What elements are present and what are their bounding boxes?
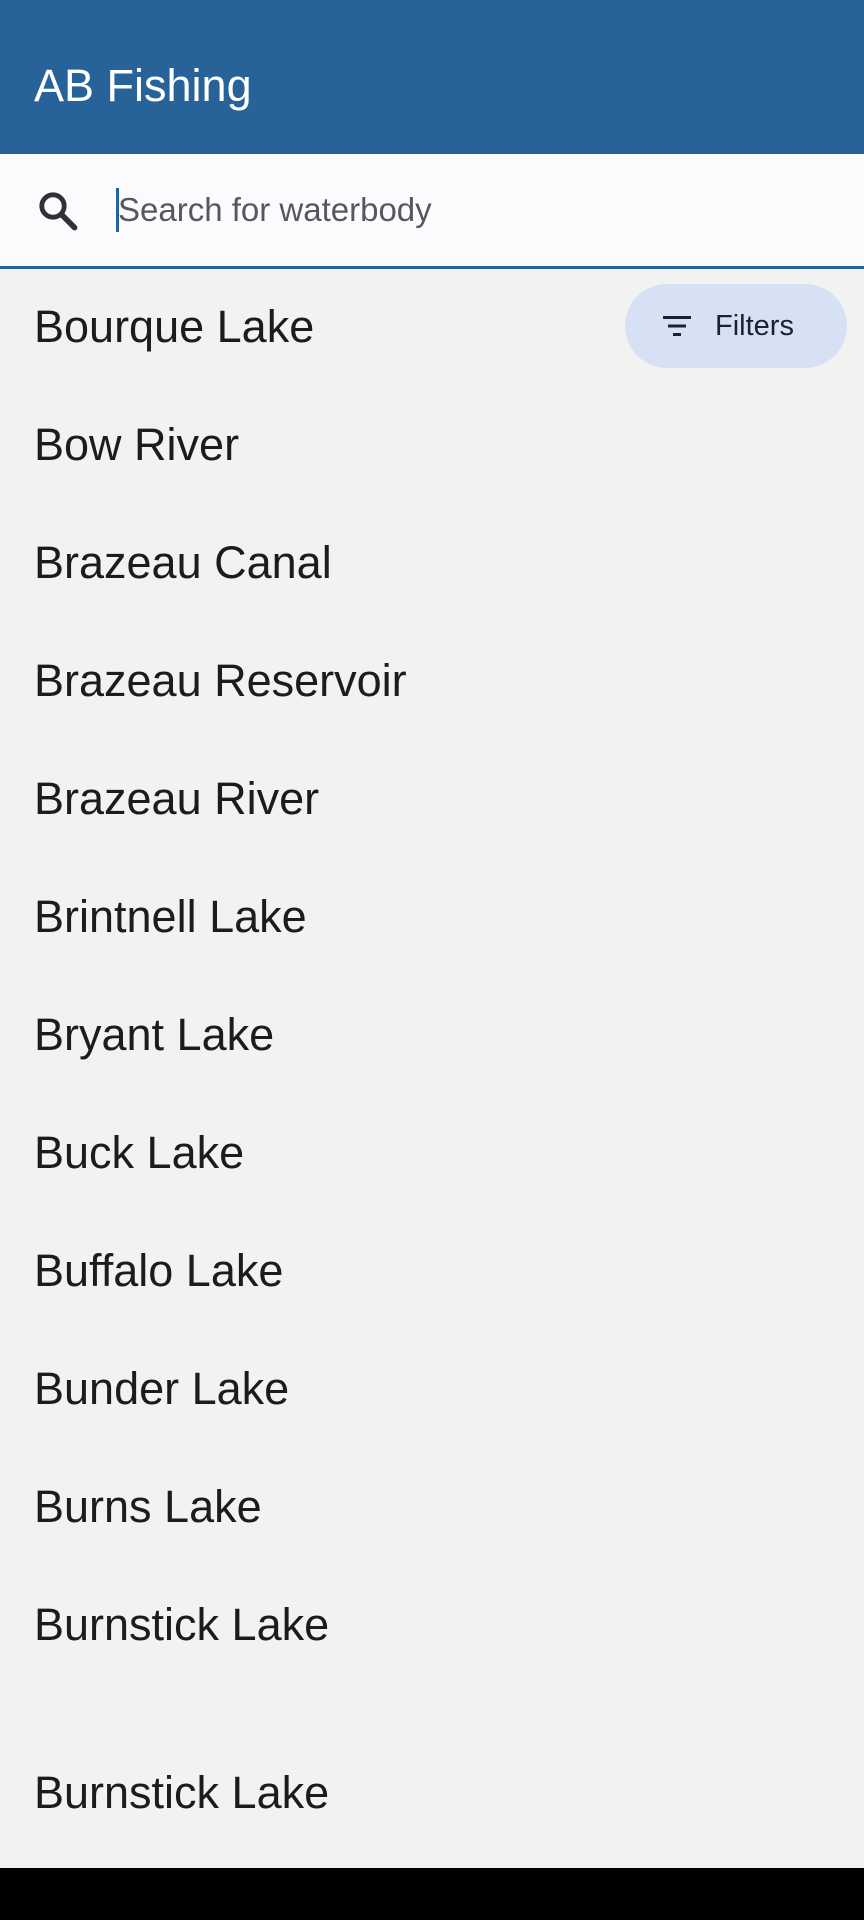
list-item-label: Bryant Lake: [34, 1009, 275, 1060]
list-item-label: Brintnell Lake: [34, 891, 307, 942]
list-item-label: Burnstick Lake: [34, 1599, 330, 1650]
list-item-label: Brazeau Reservoir: [34, 655, 407, 706]
waterbody-list[interactable]: Bourque Lake Bow River Brazeau Canal Bra…: [0, 272, 864, 1868]
list-item-label: Bourque Lake: [34, 301, 315, 352]
list-item-label: Burns Lake: [34, 1481, 262, 1532]
search-bar: [0, 154, 864, 269]
filters-button[interactable]: Filters: [625, 284, 847, 368]
app-title: AB Fishing: [34, 60, 252, 111]
list-item-label: Brazeau River: [34, 773, 320, 824]
list-item-label: Brazeau Canal: [34, 537, 332, 588]
search-field[interactable]: [116, 180, 836, 240]
list-item[interactable]: Buffalo Lake: [0, 1216, 864, 1334]
list-item[interactable]: Burnstick Lake: [0, 1570, 864, 1688]
list-item-label: Buck Lake: [34, 1127, 245, 1178]
filters-label: Filters: [715, 310, 794, 342]
list-item[interactable]: Bryant Lake: [0, 980, 864, 1098]
list-item[interactable]: Bow River: [0, 390, 864, 508]
list-item[interactable]: Brazeau Canal: [0, 508, 864, 626]
list-item-label: Burnstick Lake: [34, 1767, 330, 1818]
list-item[interactable]: Bunder Lake: [0, 1334, 864, 1452]
list-item[interactable]: Brintnell Lake: [0, 862, 864, 980]
list-item-label: Bow River: [34, 419, 240, 470]
search-icon[interactable]: [34, 187, 82, 235]
list-item[interactable]: Burnstick Lake: [0, 1738, 864, 1856]
filter-list-icon: [663, 316, 691, 336]
search-input[interactable]: [118, 180, 828, 240]
list-item[interactable]: Burns Lake: [0, 1452, 864, 1570]
list-item-label: Bunder Lake: [34, 1363, 290, 1414]
app-bar: AB Fishing: [0, 0, 864, 154]
list-item[interactable]: Brazeau River: [0, 744, 864, 862]
system-navigation-bar: [0, 1868, 864, 1920]
list-item[interactable]: Buck Lake: [0, 1098, 864, 1216]
list-item-label: Buffalo Lake: [34, 1245, 284, 1296]
list-item[interactable]: Brazeau Reservoir: [0, 626, 864, 744]
